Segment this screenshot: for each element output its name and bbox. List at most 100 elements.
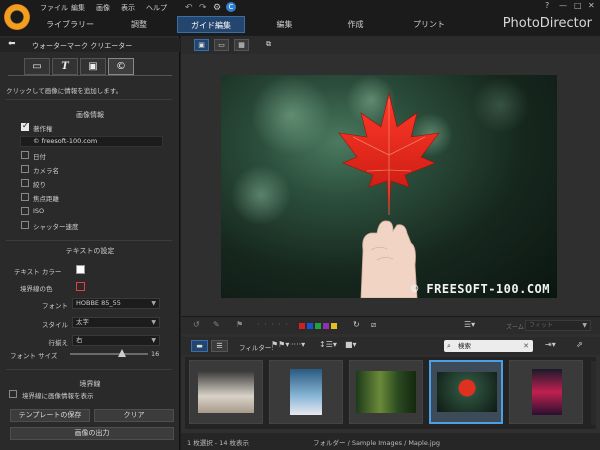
style-dropdown[interactable]: 太字 ▼ [72,317,160,328]
undo-icon[interactable]: ↶ [185,3,193,13]
color-label-red[interactable] [299,323,305,329]
color-label-blue[interactable] [307,323,313,329]
zoom-label: ズーム [506,324,524,331]
hint-text: クリックして画像に情報を追加します。 [6,87,123,95]
watermark-text[interactable]: © FREESOFT-100.COM [411,282,550,296]
export-icon[interactable]: ⇗ [576,340,583,349]
rating-dots[interactable]: · · · · · [257,320,289,329]
sort-icon[interactable]: ↕☰▾ [319,340,337,349]
menu-help[interactable]: ヘルプ [146,3,167,13]
camera-label: カメラ名 [33,167,59,175]
camera-checkbox[interactable] [21,165,29,173]
menu-image[interactable]: 画像 [96,3,110,13]
grid-view-icon[interactable]: ▦ [234,39,249,51]
single-view-icon[interactable]: ▣ [194,39,209,51]
import-icon[interactable]: ⇥▾ [545,340,556,349]
copyright-input[interactable]: © freesoft-100.com [20,136,163,147]
tab-image[interactable]: ▣ [80,58,106,75]
thumbnail[interactable] [509,360,583,424]
fullscreen-icon[interactable]: ⧉ [261,39,276,51]
tab-print[interactable]: プリント [404,16,454,33]
export-image-button[interactable]: 画像の出力 [10,427,174,440]
save-template-button[interactable]: テンプレートの保存 [10,409,90,422]
gear-icon[interactable]: ⚙ [213,3,221,13]
clear-search-icon[interactable]: ✕ [523,340,529,352]
copyright-checkbox[interactable] [21,121,29,131]
date-label: 日付 [33,153,46,161]
font-size-slider-handle[interactable] [118,349,127,357]
iso-label: ISO [33,207,45,215]
sort-menu-icon[interactable]: ☰▾ [464,320,475,329]
rotate-icon[interactable]: ↻ [353,320,360,329]
tab-adjust[interactable]: 調整 [114,16,164,33]
divider [6,369,172,370]
date-checkbox[interactable] [21,151,29,159]
focal-length-checkbox[interactable] [21,193,29,201]
clear-button[interactable]: クリア [94,409,174,422]
tab-copyright[interactable]: © [108,58,134,75]
redo-icon[interactable]: ↷ [199,3,207,13]
chevron-down-icon: ▼ [151,300,156,307]
tab-text[interactable]: T [52,58,78,75]
color-label-yellow[interactable] [331,323,337,329]
shutter-checkbox[interactable] [21,221,29,229]
search-input[interactable]: ⌕ 検索 ✕ [444,340,533,352]
help-icon[interactable]: ? [545,1,549,10]
tab-create[interactable]: 作成 [333,16,378,33]
menu-edit[interactable]: 編集 [71,3,85,13]
close-icon[interactable]: ✕ [588,1,595,10]
flag-filter-icon[interactable]: ⚑⚑▾ [271,340,289,349]
crop-icon[interactable]: ⧄ [371,320,376,330]
align-label: 行揃え [48,339,69,347]
section-border: 境界線 [79,380,101,388]
label-filter-icon[interactable]: ■▾ [345,340,357,349]
rating-filter-icon[interactable]: ····▾ [291,340,305,349]
tab-edit[interactable]: 編集 [262,16,307,33]
aperture-checkbox[interactable] [21,179,29,187]
panel-header: ⬅ ウォーターマーク クリエーター [0,38,180,52]
compare-view-icon[interactable]: ▭ [214,39,229,51]
maximize-icon[interactable]: □ [574,1,582,10]
style-label: スタイル [42,321,68,329]
iso-checkbox[interactable] [21,207,29,215]
border-info-checkbox[interactable] [9,390,17,398]
zoom-dropdown[interactable]: フィット ▼ [525,320,591,331]
brush-icon[interactable]: ✎ [213,320,220,329]
thumbnail-image [437,372,497,412]
status-bar: 1 枚選択 - 14 枚表示 フォルダー / Sample Images / M… [181,433,600,450]
maple-leaf-photo: © FREESOFT-100.COM [221,75,557,298]
thumbnail[interactable] [269,360,343,424]
list-view-icon[interactable]: ☰ [211,340,228,352]
account-icon[interactable]: C [226,2,236,12]
menu-file[interactable]: ファイル [40,3,68,13]
menu-view[interactable]: 表示 [121,3,135,13]
filmstrip-view-icon[interactable]: ▬ [191,340,208,352]
text-color-swatch[interactable] [76,265,85,274]
flag-icon[interactable]: ⚑ [236,320,243,329]
filmstrip-scrollbar[interactable] [591,361,596,425]
back-arrow-icon[interactable]: ⬅ [8,39,16,49]
copyright-label: 著作権 [33,125,53,133]
rotate-back-icon[interactable]: ↺ [193,320,200,329]
color-label-purple[interactable] [323,323,329,329]
chevron-down-icon: ▼ [151,337,156,344]
tab-guided-edit[interactable]: ガイド編集 [177,16,245,33]
font-value: HOBBE 85_55 [76,299,121,307]
thumbnail-image [356,371,416,413]
color-label-green[interactable] [315,323,321,329]
font-dropdown[interactable]: HOBBE 85_55 ▼ [72,298,160,309]
thumbnail-selected[interactable] [429,360,503,424]
align-dropdown[interactable]: 右 ▼ [72,335,160,346]
maple-leaf-illustration [231,75,529,298]
thumbnail[interactable] [189,360,263,424]
minimize-icon[interactable]: — [559,1,567,10]
aperture-label: 絞り [33,181,46,189]
photo-viewer: © FREESOFT-100.COM [181,54,600,334]
font-size-slider[interactable] [70,353,148,355]
tab-frame[interactable]: ▭ [24,58,50,75]
tab-library[interactable]: ライブラリー [40,16,100,33]
thumbnail[interactable] [349,360,423,424]
border-color-swatch[interactable] [76,282,85,291]
file-path: フォルダー / Sample Images / Maple.jpg [313,439,440,447]
title-bar: ファイル 編集 画像 表示 ヘルプ ↶ ↷ ⚙ C ? — □ ✕ ライブラリー… [0,0,600,36]
